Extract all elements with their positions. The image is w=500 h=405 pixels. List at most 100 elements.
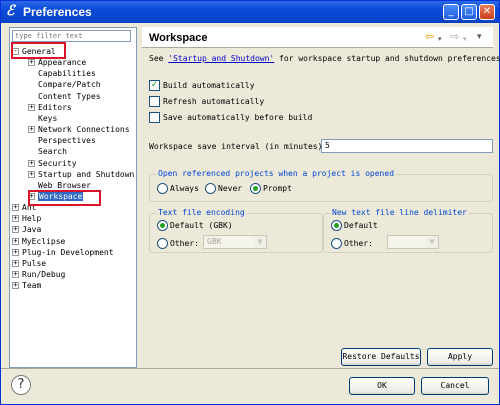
tree-item-pulse[interactable]: + Pulse <box>12 259 46 269</box>
never-radio[interactable] <box>205 183 216 194</box>
tree-item-help[interactable]: + Help <box>12 214 41 224</box>
expand-icon[interactable]: + <box>12 271 19 278</box>
expand-icon[interactable]: + <box>28 192 35 200</box>
tree-item-team[interactable]: + Team <box>12 281 41 291</box>
tree-item-workspace[interactable]: + Workspace <box>28 191 84 202</box>
help-icon[interactable]: ? <box>11 375 31 395</box>
delimiter-other-label: Other: <box>344 239 373 248</box>
tree-item-label: Network Connections <box>38 125 130 135</box>
tree-item-label: Capabilities <box>38 69 96 79</box>
startup-shutdown-link[interactable]: 'Startup and Shutdown' <box>168 54 274 63</box>
save-before-build-checkbox[interactable] <box>149 112 160 123</box>
tree-item-keys[interactable]: Keys <box>28 114 57 124</box>
tree-item-label: Java <box>22 225 42 235</box>
encoding-default-radio[interactable] <box>157 220 168 231</box>
expand-icon[interactable]: + <box>12 215 19 223</box>
tree-item-perspectives[interactable]: Perspectives <box>28 136 96 146</box>
tree-item-editors[interactable]: + Editors <box>28 103 72 113</box>
expand-icon[interactable]: + <box>28 159 35 167</box>
close-button[interactable]: ✕ <box>479 4 495 20</box>
combo-arrow-icon: ▼ <box>254 236 266 248</box>
back-dropdown-icon[interactable]: ▾ <box>438 34 442 45</box>
tree-item-label: Keys <box>38 113 58 123</box>
tree-item-myeclipse[interactable]: + MyEclipse <box>12 237 65 247</box>
expand-icon[interactable]: + <box>28 126 35 134</box>
expand-icon[interactable]: + <box>12 248 19 256</box>
prompt-label: Prompt <box>263 184 292 193</box>
back-arrow-icon[interactable]: ⇦ <box>425 31 434 42</box>
expand-icon[interactable]: + <box>12 226 19 234</box>
delimiter-other-radio[interactable] <box>331 238 342 249</box>
footer-separator <box>1 368 499 369</box>
desc-suffix: for workspace startup and shutdown prefe… <box>274 54 500 63</box>
cancel-button[interactable]: Cancel <box>421 377 489 395</box>
tree-item-startup-and-shutdown[interactable]: + Startup and Shutdown <box>28 170 134 180</box>
save-interval-input[interactable]: 5 <box>321 139 493 153</box>
maximize-button[interactable]: □ <box>461 4 477 20</box>
tree-item-label: Plug-in Development <box>22 247 114 257</box>
delimiter-default-radio[interactable] <box>331 220 342 231</box>
never-label: Never <box>218 184 243 193</box>
expand-icon[interactable]: + <box>28 103 35 111</box>
tree-item-label: Run/Debug <box>22 270 66 279</box>
view-menu-icon[interactable]: ▾ <box>477 32 482 43</box>
line-delimiter-group-label: New text file line delimiter <box>330 208 469 217</box>
forward-arrow-icon[interactable]: ⇨ <box>450 31 459 42</box>
encoding-other-radio[interactable] <box>157 238 168 249</box>
tree-item-java[interactable]: + Java <box>12 225 41 235</box>
build-automatically-label: Build automatically <box>163 81 255 90</box>
tree-item-general[interactable]: - General <box>12 47 56 57</box>
page-header: Workspace ⇦ ▾ ⇨ ▾ ▾ <box>142 27 493 48</box>
combo-arrow-icon: ▼ <box>426 236 438 248</box>
build-automatically-checkbox[interactable]: ✓ <box>149 80 160 91</box>
expand-icon[interactable]: + <box>12 204 19 212</box>
filter-input[interactable] <box>12 30 131 42</box>
page-title: Workspace <box>149 32 208 44</box>
always-radio[interactable] <box>157 183 168 194</box>
tree-item-security[interactable]: + Security <box>28 159 77 169</box>
tree-item-label: Content Types <box>38 91 101 101</box>
tree-item-label: Help <box>22 214 42 224</box>
tree-item-web-browser[interactable]: Web Browser <box>28 181 91 191</box>
forward-dropdown-icon[interactable]: ▾ <box>463 34 467 45</box>
tree-item-label: Web Browser <box>38 180 91 190</box>
expand-icon[interactable]: + <box>12 237 19 245</box>
eclipse-icon: ℰ <box>6 3 15 19</box>
minimize-button[interactable]: _ <box>443 4 459 20</box>
open-projects-group-label: Open referenced projects when a project … <box>156 169 397 178</box>
restore-defaults-button[interactable]: Restore Defaults <box>341 348 421 366</box>
open-projects-group: Open referenced projects when a project … <box>149 169 493 202</box>
expand-icon[interactable]: + <box>12 259 19 267</box>
collapse-icon[interactable]: - <box>12 48 19 55</box>
tree-item-content-types[interactable]: Content Types <box>28 92 101 102</box>
tree-item-run-debug[interactable]: + Run/Debug <box>12 270 65 280</box>
tree-item-label: MyEclipse <box>22 236 66 246</box>
expand-icon[interactable]: + <box>28 59 35 67</box>
tree-item-capabilities[interactable]: Capabilities <box>28 69 96 79</box>
refresh-automatically-checkbox[interactable] <box>149 96 160 107</box>
delimiter-combo[interactable]: ▼ <box>387 235 439 249</box>
tree-item-ant[interactable]: + Ant <box>12 203 36 213</box>
apply-button[interactable]: Apply <box>427 348 493 366</box>
tree-item-compare-patch[interactable]: Compare/Patch <box>28 80 101 90</box>
tree-item-search[interactable]: Search <box>28 147 67 157</box>
ok-button[interactable]: OK <box>349 377 415 395</box>
refresh-automatically-label: Refresh automatically <box>163 97 265 106</box>
title-bar[interactable]: ℰ Preferences _ □ ✕ <box>1 1 499 23</box>
tree-item-plug-in-development[interactable]: + Plug-in Development <box>12 248 114 258</box>
prompt-radio[interactable] <box>250 183 261 194</box>
expand-icon[interactable]: + <box>28 170 35 178</box>
tree-item-label: Team <box>22 281 42 291</box>
expand-icon[interactable]: + <box>12 282 19 290</box>
encoding-default-label: Default (GBK) <box>170 221 233 230</box>
window-title: Preferences <box>23 5 92 19</box>
text-encoding-group: Text file encoding Default (GBK) Other: … <box>149 208 323 253</box>
tree-item-appearance[interactable]: + Appearance <box>28 58 86 68</box>
encoding-combo[interactable]: GBK ▼ <box>203 235 267 249</box>
tree-item-label: Security <box>38 158 77 168</box>
encoding-other-label: Other: <box>170 239 199 248</box>
tree-item-label: Perspectives <box>38 136 96 146</box>
tree-item-network-connections[interactable]: + Network Connections <box>28 125 130 135</box>
encoding-combo-value: GBK <box>207 237 222 246</box>
tree-item-label: Search <box>38 147 67 157</box>
